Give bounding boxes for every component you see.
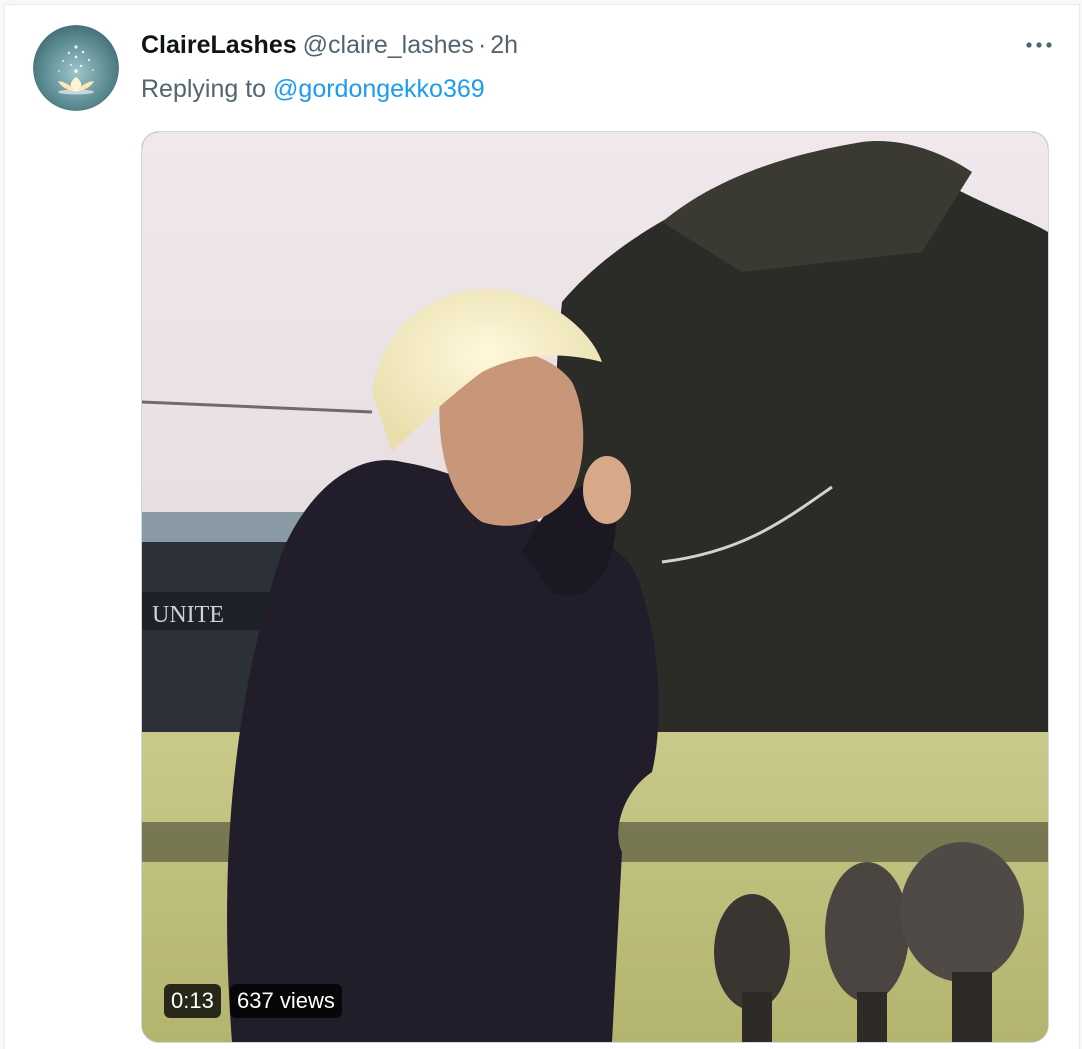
video-thumbnail: UNITE bbox=[142, 132, 1048, 1042]
replying-to-mention[interactable]: @gordongekko369 bbox=[273, 75, 485, 103]
building-lettering: UNITE bbox=[152, 602, 224, 628]
video-player[interactable]: UNITE 0:13 637 views bbox=[141, 131, 1049, 1043]
separator-dot: · bbox=[477, 31, 487, 59]
avatar[interactable] bbox=[33, 25, 119, 111]
more-horizontal-icon bbox=[1026, 42, 1052, 48]
lotus-avatar-icon bbox=[33, 25, 119, 111]
more-options-button[interactable] bbox=[1023, 33, 1055, 57]
tweet-header: ClaireLashes @claire_lashes · 2h bbox=[141, 29, 518, 61]
replying-to-label: Replying to bbox=[141, 75, 267, 103]
replying-to-line: Replying to @gordongekko369 bbox=[141, 73, 485, 105]
tweet-timestamp[interactable]: 2h bbox=[490, 31, 518, 59]
video-views-badge: 637 views bbox=[230, 984, 342, 1018]
display-name[interactable]: ClaireLashes bbox=[141, 31, 297, 59]
video-duration-badge: 0:13 bbox=[164, 984, 221, 1018]
tweet-card[interactable]: ClaireLashes @claire_lashes · 2h Replying t… bbox=[4, 4, 1080, 1049]
user-handle[interactable]: @claire_lashes bbox=[303, 31, 474, 59]
